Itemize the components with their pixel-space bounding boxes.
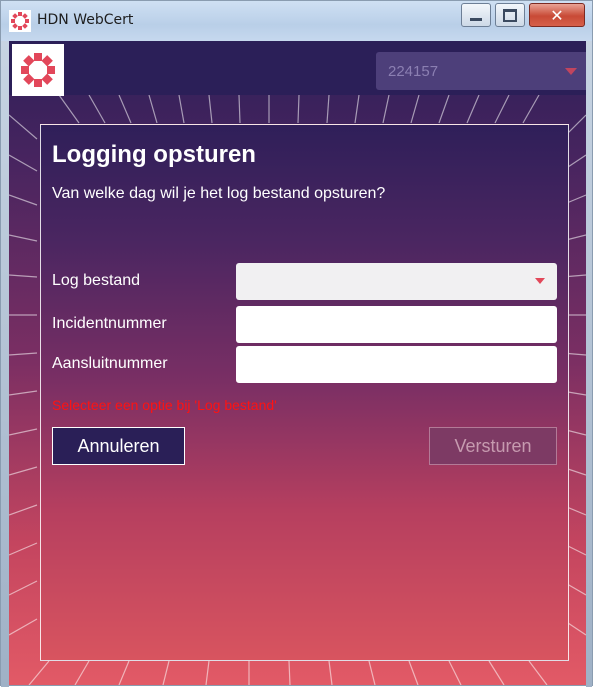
app-logo-icon — [21, 53, 55, 87]
send-button[interactable]: Versturen — [429, 427, 557, 465]
app-content: 224157 Logging opsturen Van welke dag wi… — [9, 41, 586, 685]
validation-error: Selecteer een optie bij 'Log bestand' — [52, 397, 277, 413]
dialog-title: Logging opsturen — [52, 141, 256, 168]
window-title: HDN WebCert — [37, 12, 134, 28]
app-logo-icon — [9, 10, 31, 32]
log-file-label: Log bestand — [52, 272, 141, 289]
maximize-icon — [503, 8, 517, 22]
chevron-down-icon — [535, 278, 545, 284]
close-button[interactable]: ✕ — [529, 3, 585, 27]
account-select-value: 224157 — [388, 62, 439, 80]
connection-number-field[interactable] — [236, 346, 557, 383]
window-border-left — [1, 41, 9, 687]
log-file-select[interactable] — [236, 263, 557, 300]
app-header: 224157 — [9, 41, 586, 96]
logging-dialog: Logging opsturen Van welke dag wil je he… — [40, 124, 569, 661]
logo — [12, 44, 64, 96]
title-bar[interactable]: HDN WebCert ✕ — [1, 1, 592, 41]
cancel-button[interactable]: Annuleren — [52, 427, 185, 465]
incident-number-label: Incidentnummer — [52, 315, 167, 332]
connection-number-label: Aansluitnummer — [52, 355, 168, 372]
minimize-icon — [470, 17, 482, 21]
account-select[interactable]: 224157 — [376, 52, 586, 90]
incident-number-field[interactable] — [236, 306, 557, 343]
window-border-right — [586, 41, 592, 687]
close-icon: ✕ — [550, 5, 564, 25]
maximize-button[interactable] — [495, 3, 525, 27]
chevron-down-icon — [565, 68, 577, 75]
dialog-question: Van welke dag wil je het log bestand ops… — [52, 185, 386, 202]
minimize-button[interactable] — [461, 3, 491, 27]
app-window: HDN WebCert ✕ 224157 Logging opsturen Va… — [0, 0, 593, 687]
